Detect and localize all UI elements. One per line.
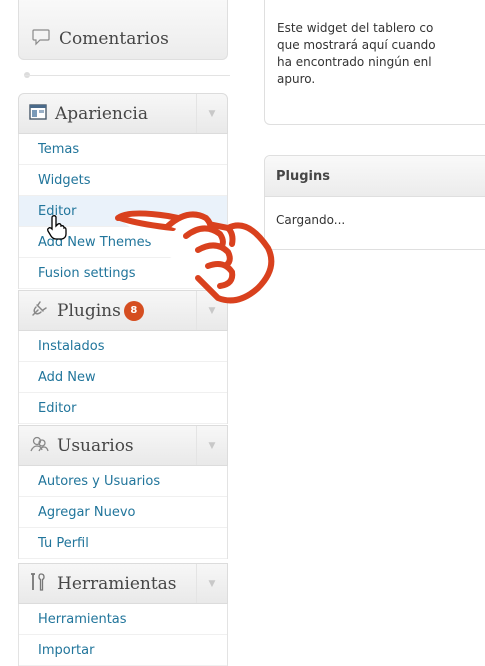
menu-header-appearance[interactable]: Apariencia ▼ (18, 93, 228, 134)
users-label: Usuarios (57, 435, 134, 456)
submenu-item-installed[interactable]: Instalados (19, 331, 227, 362)
chevron-down-icon[interactable]: ▼ (196, 94, 227, 133)
submenu-item-your-profile[interactable]: Tu Perfil (19, 528, 227, 559)
appearance-window-icon (29, 103, 47, 124)
menu-separator (24, 75, 230, 76)
submenu-item-tools[interactable]: Herramientas (19, 604, 227, 635)
tools-label: Herramientas (57, 573, 177, 594)
submenu-item-plugin-editor[interactable]: Editor (19, 393, 227, 424)
hand-cursor-icon (47, 215, 67, 240)
widget-description: Este widget del tablero co que mostrará … (277, 21, 436, 86)
admin-menu: Comentarios Apariencia ▼ Temas Widgets E… (0, 0, 246, 666)
dashboard-widget-plugins: Plugins Cargando... (264, 155, 485, 250)
tools-icon (29, 572, 49, 596)
menu-item-comments[interactable]: Comentarios (18, 0, 228, 60)
appearance-label: Apariencia (55, 103, 148, 124)
menu-header-users[interactable]: Usuarios ▼ (18, 425, 228, 466)
chevron-down-icon[interactable]: ▼ (196, 426, 227, 465)
submenu-item-add-new[interactable]: Add New (19, 362, 227, 393)
menu-group-tools: Herramientas ▼ Herramientas Importar (18, 563, 228, 666)
plugins-widget-loading: Cargando... (276, 213, 346, 227)
menu-group-users: Usuarios ▼ Autores y Usuarios Agregar Nu… (18, 425, 228, 559)
dashboard-widget-incoming-links: Este widget del tablero co que mostrará … (264, 0, 485, 125)
pointing-hand-icon (115, 210, 275, 304)
submenu-item-add-new-user[interactable]: Agregar Nuevo (19, 497, 227, 528)
plugins-widget-title[interactable]: Plugins (265, 156, 485, 197)
users-icon (29, 434, 49, 458)
plug-icon (29, 299, 49, 323)
chevron-down-icon[interactable]: ▼ (196, 564, 227, 603)
comments-label: Comentarios (59, 29, 169, 49)
submenu-item-authors-users[interactable]: Autores y Usuarios (19, 466, 227, 497)
submenu-item-themes[interactable]: Temas (19, 134, 227, 165)
submenu-item-import[interactable]: Importar (19, 635, 227, 666)
menu-header-tools[interactable]: Herramientas ▼ (18, 563, 228, 604)
comment-bubble-icon (31, 27, 51, 51)
